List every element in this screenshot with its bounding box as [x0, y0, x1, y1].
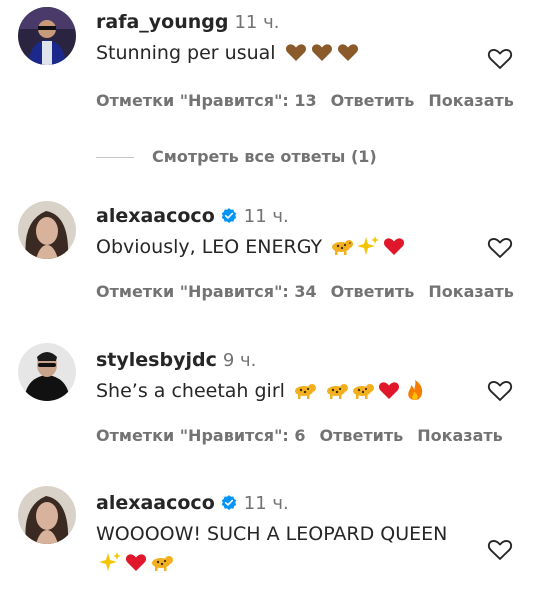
likes-count[interactable]: Отметки "Нравится": 13	[96, 91, 317, 110]
sparkles-emoji	[354, 236, 380, 258]
red-heart-emoji	[122, 552, 148, 574]
username[interactable]: alexaacoco	[96, 492, 215, 514]
fire-emoji	[401, 380, 427, 402]
comment-actions: Отметки "Нравится": 34 Ответить Показать	[96, 282, 528, 301]
red-heart-emoji	[380, 236, 406, 258]
timestamp[interactable]: 11 ч.	[244, 493, 289, 514]
view-replies-button[interactable]: Смотреть все ответы (1)	[96, 147, 377, 166]
verified-badge-icon	[221, 495, 236, 510]
likes-count[interactable]: Отметки "Нравится": 6	[96, 426, 306, 445]
comment-text: She’s a cheetah girl	[96, 377, 542, 406]
leopard-emoji	[349, 380, 375, 402]
username[interactable]: alexaacoco	[96, 205, 215, 227]
brown-heart-emoji	[308, 42, 334, 64]
leopard-emoji	[323, 380, 349, 402]
like-heart-icon[interactable]	[486, 535, 514, 563]
timestamp[interactable]: 11 ч.	[234, 12, 279, 33]
timestamp[interactable]: 11 ч.	[244, 206, 289, 227]
leopard-emoji	[148, 552, 174, 574]
avatar[interactable]	[18, 486, 76, 544]
reply-button[interactable]: Ответить	[331, 91, 415, 110]
timestamp[interactable]: 9 ч.	[223, 350, 257, 371]
reply-button[interactable]: Ответить	[320, 426, 404, 445]
comment-actions: Отметки "Нравится": 6 Ответить Показать	[96, 426, 517, 445]
like-heart-icon[interactable]	[486, 44, 514, 72]
divider	[96, 157, 134, 158]
show-translation-button[interactable]: Показать	[428, 91, 514, 110]
sparkles-emoji	[96, 552, 122, 574]
leopard-emoji	[328, 236, 354, 258]
red-heart-emoji	[375, 380, 401, 402]
comment-text: Obviously, LEO ENERGY	[96, 233, 542, 262]
avatar[interactable]	[18, 7, 76, 65]
comment-actions: Отметки "Нравится": 13 Ответить Показать	[96, 91, 528, 110]
show-translation-button[interactable]: Показать	[417, 426, 503, 445]
username[interactable]: stylesbyjdc	[96, 349, 217, 371]
leopard-emoji	[291, 380, 317, 402]
comment-text: WOOOOW! SUCH A LEOPARD QUEEN	[96, 520, 456, 578]
username[interactable]: rafa_youngg	[96, 11, 228, 33]
verified-badge-icon	[221, 208, 236, 223]
like-heart-icon[interactable]	[486, 376, 514, 404]
comment-text: Stunning per usual	[96, 39, 542, 68]
brown-heart-emoji	[282, 42, 308, 64]
like-heart-icon[interactable]	[486, 233, 514, 261]
avatar[interactable]	[18, 343, 76, 401]
likes-count[interactable]: Отметки "Нравится": 34	[96, 282, 317, 301]
reply-button[interactable]: Ответить	[331, 282, 415, 301]
avatar[interactable]	[18, 201, 76, 259]
brown-heart-emoji	[334, 42, 360, 64]
show-translation-button[interactable]: Показать	[428, 282, 514, 301]
